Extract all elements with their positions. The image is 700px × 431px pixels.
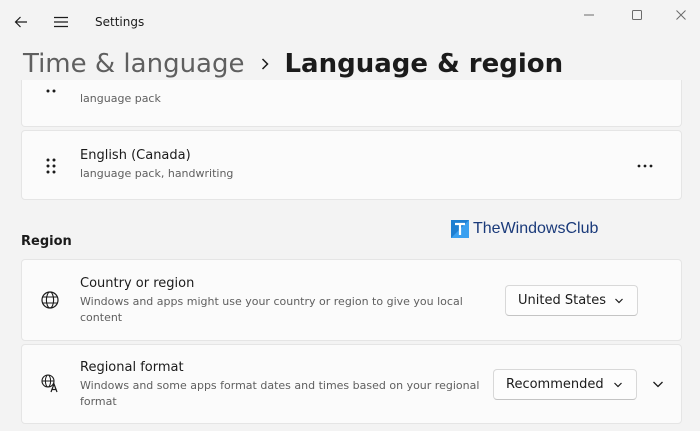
country-or-region-description-line-2: content	[80, 311, 123, 324]
language-format-icon	[41, 374, 58, 393]
minimize-icon	[584, 14, 594, 16]
navigation-menu-button[interactable]	[47, 8, 75, 36]
drag-handle-icon[interactable]	[46, 88, 56, 100]
regional-format-setting[interactable]: Regional format Windows and some apps fo…	[21, 344, 682, 424]
chevron-right-icon	[260, 57, 270, 71]
globe-icon	[41, 291, 59, 309]
regional-format-description-line-2: format	[80, 395, 117, 408]
format-dropdown-value: Recommended	[506, 377, 604, 392]
hamburger-menu-icon	[54, 16, 68, 28]
regional-format-title: Regional format	[80, 360, 184, 375]
language-list-item[interactable]: language pack	[21, 80, 682, 127]
title-bar: Settings	[0, 0, 700, 44]
maximize-icon	[632, 10, 642, 20]
chevron-down-icon	[615, 298, 623, 304]
breadcrumb-parent-link[interactable]: Time & language	[23, 49, 244, 79]
region-section-heading: Region	[21, 234, 72, 249]
regional-format-dropdown[interactable]: Recommended	[493, 369, 637, 400]
country-or-region-dropdown[interactable]: United States	[505, 285, 638, 316]
maximize-button[interactable]	[614, 0, 660, 30]
close-icon	[676, 10, 686, 20]
chevron-down-icon	[653, 381, 663, 388]
drag-handle-icon[interactable]	[46, 157, 56, 175]
more-options-icon	[637, 164, 653, 168]
watermark: TheWindowsClub	[451, 219, 598, 239]
country-or-region-setting: Country or region Windows and apps might…	[21, 259, 682, 341]
language-features: language pack	[80, 92, 161, 105]
minimize-button[interactable]	[566, 0, 612, 30]
regional-format-description-line-1: Windows and some apps format dates and t…	[80, 379, 480, 392]
thewindowsclub-logo-icon	[451, 220, 469, 238]
expand-regional-format-button[interactable]	[647, 373, 669, 395]
app-title: Settings	[95, 15, 145, 29]
country-dropdown-value: United States	[518, 293, 607, 308]
back-button[interactable]	[7, 8, 35, 36]
breadcrumb: Time & language Language & region	[23, 44, 563, 84]
language-features: language pack, handwriting	[80, 167, 234, 180]
more-options-button[interactable]	[630, 153, 660, 179]
watermark-text: TheWindowsClub	[473, 220, 599, 237]
country-or-region-description-line-1: Windows and apps might use your country …	[80, 295, 463, 308]
close-button[interactable]	[658, 0, 700, 30]
back-arrow-icon	[14, 16, 27, 28]
country-or-region-title: Country or region	[80, 276, 195, 291]
language-name: English (Canada)	[80, 148, 191, 163]
language-list-item[interactable]: English (Canada) language pack, handwrit…	[21, 130, 682, 200]
chevron-down-icon	[614, 382, 622, 388]
page-title: Language & region	[284, 49, 564, 79]
